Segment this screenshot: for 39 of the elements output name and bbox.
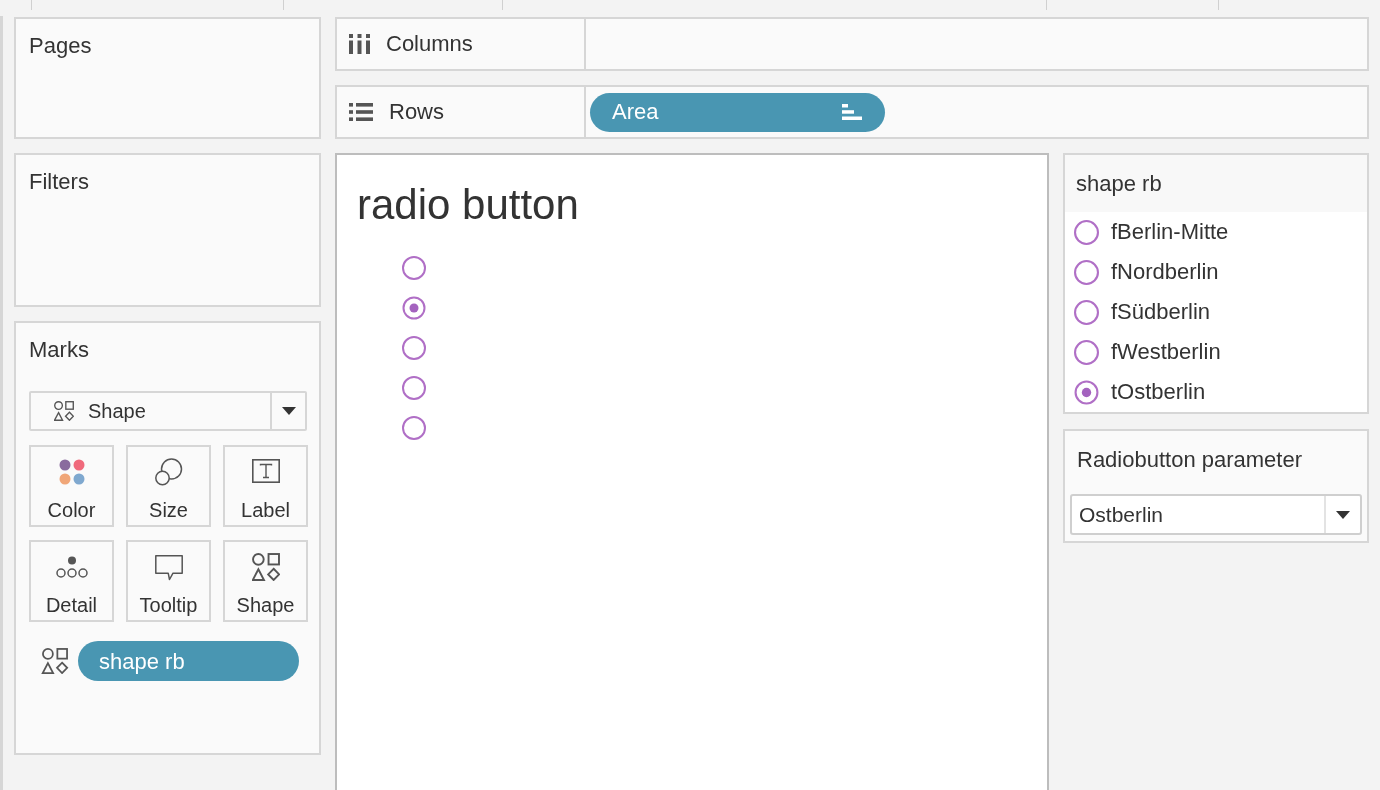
radio-icon[interactable] — [402, 376, 426, 400]
marks-color-button[interactable]: Color — [29, 445, 114, 527]
card-title: Marks — [29, 337, 89, 363]
shapes-icon — [41, 648, 69, 674]
shelf-label: Rows — [389, 99, 444, 125]
parameter-dropdown[interactable]: Ostberlin — [1070, 494, 1362, 535]
parameter-title: Radiobutton parameter — [1077, 447, 1303, 473]
marks-label-button[interactable]: Label — [223, 445, 308, 527]
radio-icon[interactable] — [402, 416, 426, 440]
marks-tooltip-button[interactable]: Tooltip — [126, 540, 211, 622]
shapes-icon — [251, 553, 280, 581]
view-title: radio button — [357, 180, 579, 230]
radio-icon[interactable] — [402, 336, 426, 360]
caret-icon — [281, 407, 296, 415]
legend-item[interactable]: fBerlin-Mitte — [1065, 212, 1235, 252]
legend-title: shape rb — [1076, 170, 1162, 197]
color-dots-icon — [58, 459, 85, 485]
circles-icon — [154, 458, 183, 486]
legend-item[interactable]: fSüdberlin — [1065, 292, 1217, 332]
text-box-icon — [251, 459, 280, 483]
list-icon — [349, 103, 373, 121]
card-title: Pages — [29, 33, 92, 59]
speech-bubble-icon — [154, 555, 183, 581]
radio-icon[interactable] — [402, 256, 426, 280]
legend-item[interactable]: tOstberlin — [1065, 372, 1212, 412]
vertical-bars-icon — [349, 34, 370, 54]
sort-icon — [842, 104, 862, 120]
marks-shape-button[interactable]: Shape — [223, 540, 308, 622]
marks-detail-button[interactable]: Detail — [29, 540, 114, 622]
card-title: Filters — [29, 169, 89, 195]
marks-size-button[interactable]: Size — [126, 445, 211, 527]
radio-selected-icon[interactable] — [402, 296, 426, 320]
caret-icon — [1336, 510, 1350, 519]
legend-item[interactable]: fNordberlin — [1065, 252, 1225, 292]
mark-type-dropdown[interactable]: Shape — [29, 391, 307, 431]
shapes-icon — [54, 401, 74, 421]
shelf-label: Columns — [386, 31, 473, 57]
dots-icon — [55, 556, 88, 578]
legend-item[interactable]: fWestberlin — [1065, 332, 1227, 372]
